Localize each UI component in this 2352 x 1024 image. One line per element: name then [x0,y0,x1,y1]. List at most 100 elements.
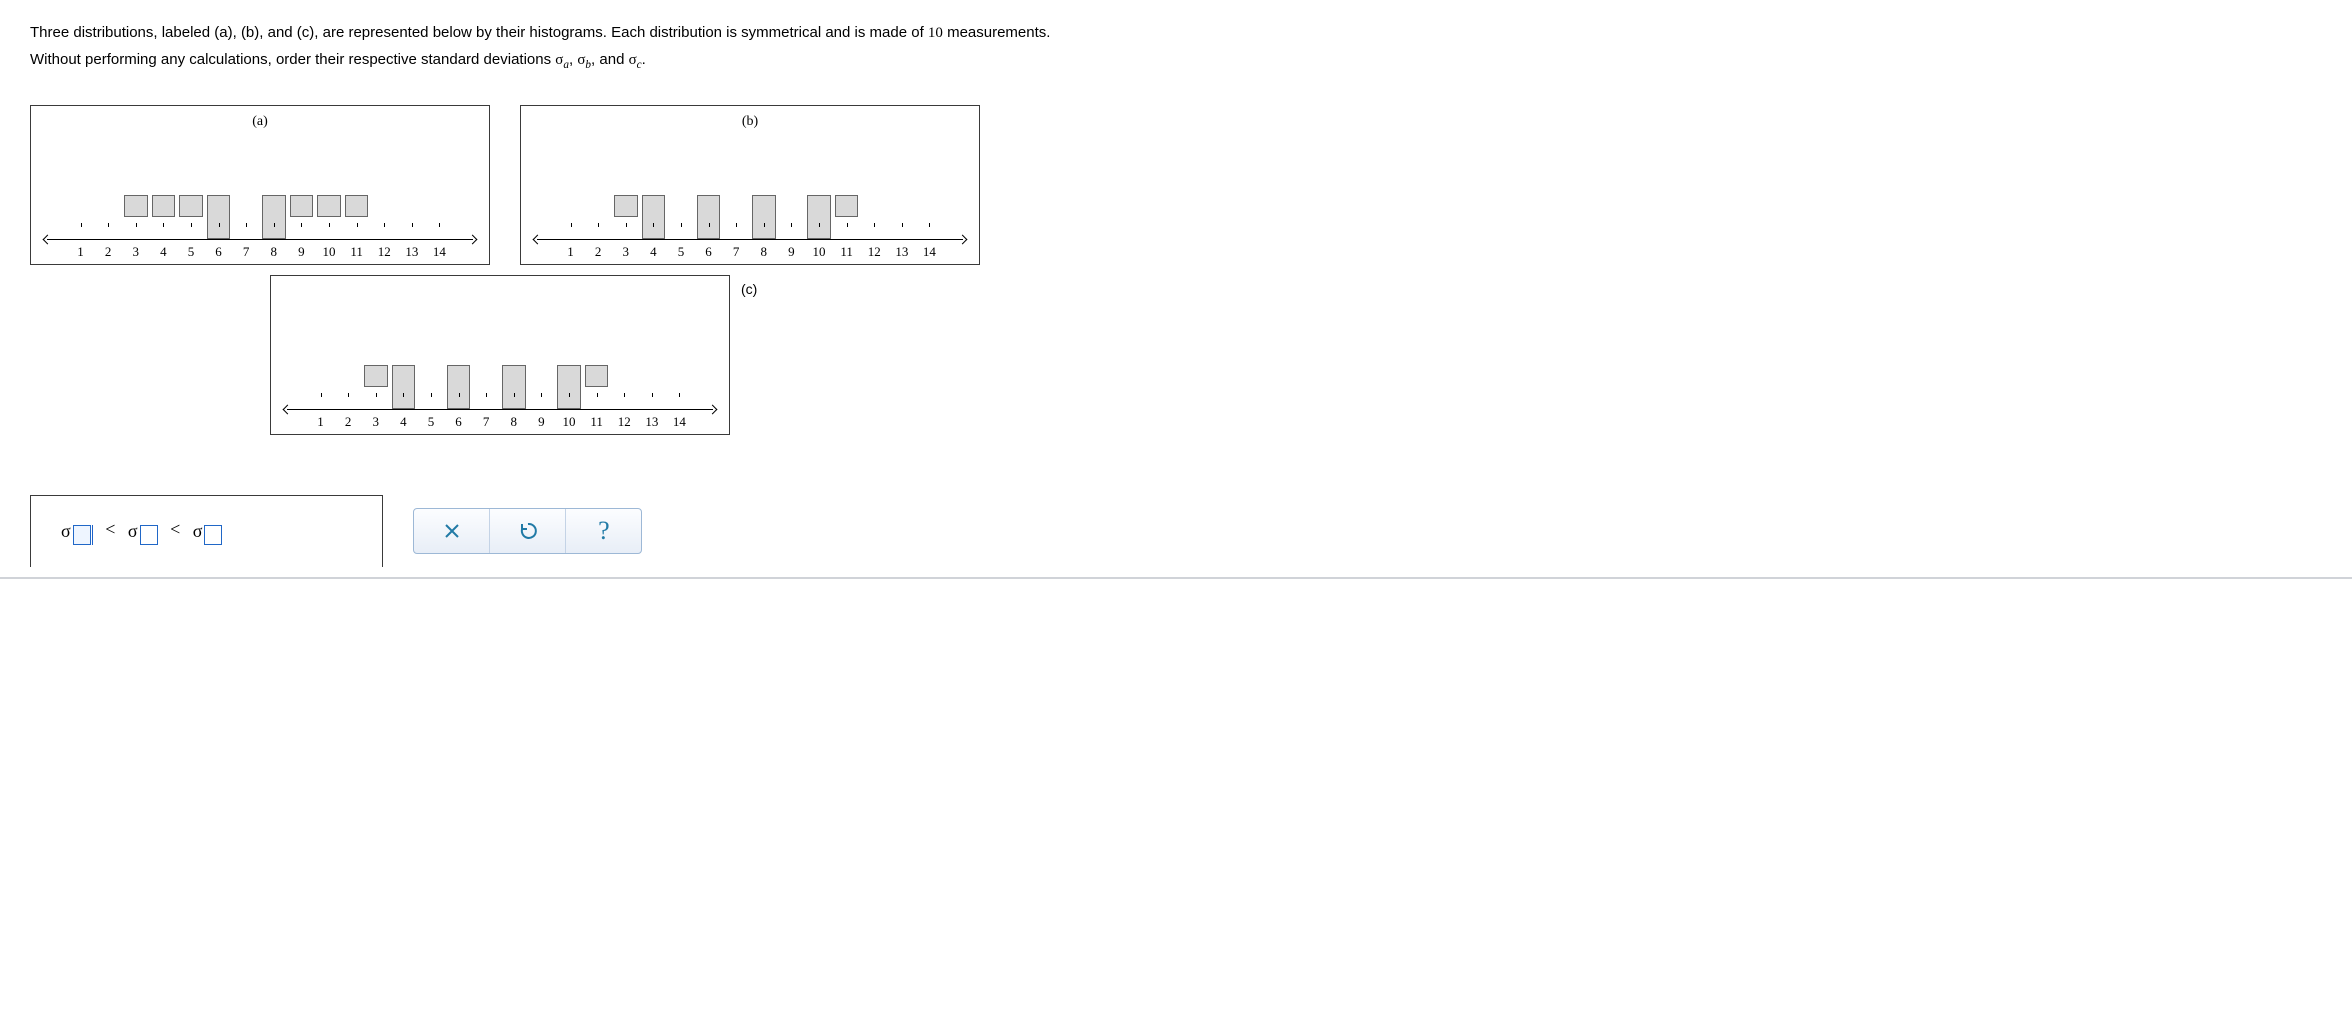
axis-tick: 11 [343,244,370,260]
help-button[interactable]: ? [566,509,641,553]
histogram-panel-b: (b) 1234567891011121314 [520,105,980,265]
histogram-bar [447,365,471,409]
answer-box: σ < σ < σ [30,495,383,567]
histogram-bar [317,195,341,217]
axis-tick: 5 [667,244,694,260]
axis-tick: 14 [916,244,943,260]
histogram-bar [642,195,666,239]
axis-tick: 9 [288,244,315,260]
axis-tick: 2 [335,414,362,430]
sigma-symbol: σ [61,521,71,542]
histogram-a: 1234567891011121314 [47,170,473,260]
panel-label-b: (b) [537,114,963,130]
sigma-slot-1[interactable]: σ [61,521,93,542]
axis-tick: 14 [426,244,453,260]
histogram-bar [364,365,388,387]
axis-tick: 9 [528,414,555,430]
clear-button[interactable] [414,509,490,553]
axis-tick: 14 [666,414,693,430]
histogram-bar [697,195,721,239]
axis-tick: 8 [500,414,527,430]
histogram-bar [345,195,369,217]
axis-tick: 13 [638,414,665,430]
subscript-input-1[interactable] [73,525,91,545]
axis-tick: 9 [778,244,805,260]
axis-tick: 10 [555,414,582,430]
axis-tick: 12 [611,414,638,430]
histogram-row-1: (a) 1234567891011121314 (b) 123456789101… [30,105,2322,265]
axis-tick: 1 [67,244,94,260]
axis-tick: 2 [585,244,612,260]
sigma-symbol: σ [128,521,138,542]
q-line2-pre: Without performing any calculations, ord… [30,51,555,68]
histogram-bar [152,195,176,217]
axis-tick: 10 [315,244,342,260]
axis-tick: 3 [122,244,149,260]
axis-tick: 1 [307,414,334,430]
histogram-bar [502,365,526,409]
question-text: Three distributions, labeled (a), (b), a… [30,20,2322,75]
axis-tick: 11 [833,244,860,260]
histogram-bar [262,195,286,239]
histogram-b: 1234567891011121314 [537,170,963,260]
axis-tick: 4 [640,244,667,260]
axis-tick: 1 [557,244,584,260]
histogram-bar [290,195,314,217]
axis-tick: 7 [233,244,260,260]
histogram-bar [585,365,609,387]
answer-row: σ < σ < σ ? [30,495,2322,567]
axis-tick: 10 [805,244,832,260]
reset-button[interactable] [490,509,566,553]
histogram-bar [207,195,231,239]
histogram-bar [179,195,203,217]
axis-tick: 7 [473,414,500,430]
axis-tick: 2 [95,244,122,260]
axis-tick: 6 [445,414,472,430]
axis-tick: 5 [177,244,204,260]
histogram-bar [557,365,581,409]
q-line1-pre: Three distributions, labeled (a), (b), a… [30,24,928,41]
sigma-symbol: σ [193,521,203,542]
axis-tick: 12 [371,244,398,260]
axis-tick: 6 [205,244,232,260]
subscript-input-2[interactable] [140,525,158,545]
histogram-bar [124,195,148,217]
axis-tick: 13 [398,244,425,260]
panel-label-c: (c) [741,281,757,297]
histogram-bar [835,195,859,217]
axis-tick: 8 [260,244,287,260]
q-ten: 10 [928,25,943,41]
period: . [642,51,646,68]
histogram-bar [392,365,416,409]
histogram-c: 1234567891011121314 [287,340,713,430]
axis-tick: 3 [362,414,389,430]
comma2: , and [591,51,629,68]
axis-tick: 13 [888,244,915,260]
axis-tick: 4 [390,414,417,430]
histogram-panel-c: (c) 1234567891011121314 [270,275,730,435]
sigma-c: σ [629,52,637,68]
axis-tick: 3 [612,244,639,260]
axis-tick: 12 [861,244,888,260]
histogram-row-2: (c) 1234567891011121314 [270,275,2322,435]
sigma-slot-2[interactable]: σ [128,521,158,542]
reset-icon [518,521,538,541]
subscript-input-3[interactable] [204,525,222,545]
sigma-slot-3[interactable]: σ [193,521,223,542]
axis-tick: 5 [417,414,444,430]
histogram-bar [807,195,831,239]
less-than-2: < [170,519,180,539]
less-than-1: < [105,519,115,539]
axis-tick: 7 [723,244,750,260]
axis-tick: 11 [583,414,610,430]
histogram-bar [752,195,776,239]
axis-tick: 6 [695,244,722,260]
q-line1-post: measurements. [943,24,1051,41]
panel-label-a: (a) [47,114,473,130]
axis-tick: 8 [750,244,777,260]
x-icon [442,521,462,541]
button-bar: ? [413,508,642,554]
help-icon: ? [598,516,610,546]
histogram-bar [614,195,638,217]
bottom-divider [0,577,2352,579]
